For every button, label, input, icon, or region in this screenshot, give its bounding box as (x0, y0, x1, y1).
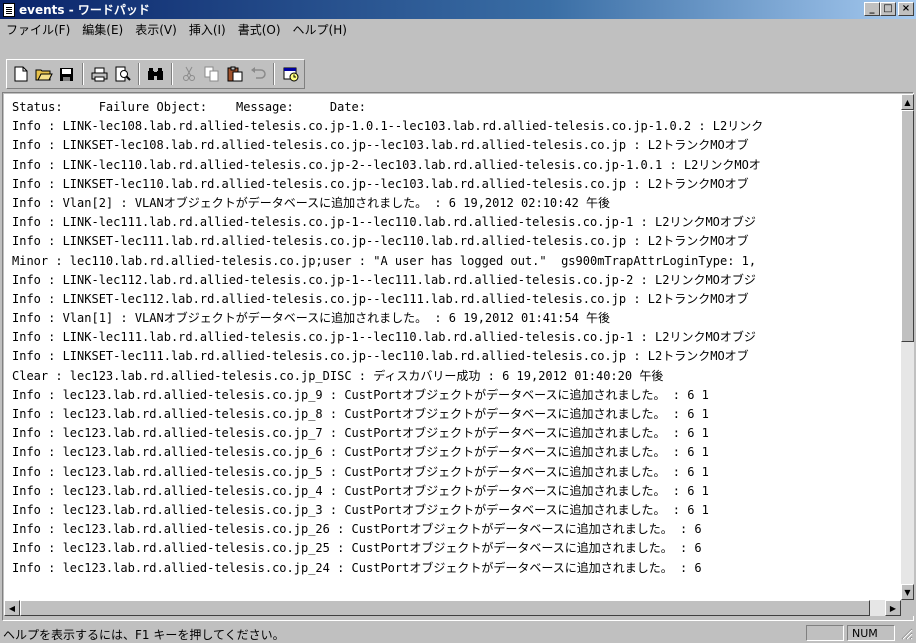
document-area[interactable]: Status: Failure Object: Message: Date: In… (4, 94, 901, 600)
status-num-indicator: NUM (847, 625, 895, 641)
document-line[interactable]: Minor : lec110.lab.rd.allied-telesis.co.… (12, 252, 901, 271)
document-line[interactable]: Info : LINK-lec111.lab.rd.allied-telesis… (12, 328, 901, 347)
scroll-down-button[interactable]: ▼ (901, 584, 914, 600)
resize-grip-icon[interactable] (899, 626, 913, 640)
document-line[interactable]: Clear : lec123.lab.rd.allied-telesis.co.… (12, 367, 901, 386)
copy-icon[interactable] (200, 63, 223, 85)
scroll-right-button[interactable]: ▶ (885, 600, 901, 616)
title-bar[interactable]: events - ワードパッド _ □ × (0, 0, 916, 19)
document-text[interactable]: Status: Failure Object: Message: Date: In… (12, 98, 901, 578)
menu-help[interactable]: ヘルプ(H) (287, 21, 353, 38)
open-icon[interactable] (32, 63, 55, 85)
vertical-scrollbar[interactable]: ▲ ▼ (901, 94, 914, 600)
print-icon[interactable] (88, 63, 111, 85)
toolbar-separator (82, 63, 84, 85)
close-button[interactable]: × (898, 2, 914, 16)
document-line[interactable]: Info : Vlan[1] : VLANオブジェクトがデータベースに追加されま… (12, 309, 901, 328)
wordpad-app-icon[interactable] (3, 2, 15, 17)
document-line[interactable]: Info : Vlan[2] : VLANオブジェクトがデータベースに追加されま… (12, 194, 901, 213)
document-line[interactable]: Info : lec123.lab.rd.allied-telesis.co.j… (12, 559, 901, 578)
menu-view[interactable]: 表示(V) (129, 21, 183, 38)
document-line[interactable]: Info : LINK-lec108.lab.rd.allied-telesis… (12, 117, 901, 136)
document-line[interactable]: Info : LINKSET-lec110.lab.rd.allied-tele… (12, 175, 901, 194)
cut-icon[interactable] (177, 63, 200, 85)
scroll-left-button[interactable]: ◀ (4, 600, 20, 616)
document-line[interactable]: Status: Failure Object: Message: Date: (12, 98, 901, 117)
new-icon[interactable] (9, 63, 32, 85)
insert-datetime-icon[interactable] (279, 63, 302, 85)
find-icon[interactable] (144, 63, 167, 85)
document-line[interactable]: Info : LINK-lec112.lab.rd.allied-telesis… (12, 271, 901, 290)
menu-insert[interactable]: 挿入(I) (183, 21, 232, 38)
status-pane-empty (806, 625, 844, 641)
paste-icon[interactable] (223, 63, 246, 85)
status-help-text: ヘルプを表示するには、F1 キーを押してください。 (3, 628, 285, 642)
document-line[interactable]: Info : lec123.lab.rd.allied-telesis.co.j… (12, 443, 901, 462)
document-line[interactable]: Info : lec123.lab.rd.allied-telesis.co.j… (12, 386, 901, 405)
toolbar-separator (171, 63, 173, 85)
document-line[interactable]: Info : LINK-lec110.lab.rd.allied-telesis… (12, 156, 901, 175)
scroll-up-button[interactable]: ▲ (901, 94, 914, 110)
document-line[interactable]: Info : LINKSET-lec111.lab.rd.allied-tele… (12, 347, 901, 366)
horizontal-scrollbar[interactable]: ◀ ▶ (4, 600, 901, 616)
scrollbar-corner (901, 600, 914, 616)
document-line[interactable]: Info : lec123.lab.rd.allied-telesis.co.j… (12, 520, 901, 539)
wordpad-window: events - ワードパッド _ □ × ファイル(F) 編集(E) 表示(V… (0, 0, 916, 642)
window-title: events - ワードパッド (19, 3, 150, 17)
document-line[interactable]: Info : LINKSET-lec111.lab.rd.allied-tele… (12, 232, 901, 251)
status-bar: ヘルプを表示するには、F1 キーを押してください。 NUM (0, 622, 916, 642)
window-controls: _ □ × (864, 2, 914, 16)
toolbar (6, 59, 305, 89)
menu-edit[interactable]: 編集(E) (76, 21, 129, 38)
undo-icon[interactable] (246, 63, 269, 85)
toolbar-separator (273, 63, 275, 85)
num-lock-label: NUM (852, 627, 878, 640)
menu-file[interactable]: ファイル(F) (0, 21, 76, 38)
document-line[interactable]: Info : lec123.lab.rd.allied-telesis.co.j… (12, 405, 901, 424)
toolbar-separator (138, 63, 140, 85)
save-icon[interactable] (55, 63, 78, 85)
document-line[interactable]: Info : LINKSET-lec108.lab.rd.allied-tele… (12, 136, 901, 155)
document-line[interactable]: Info : lec123.lab.rd.allied-telesis.co.j… (12, 463, 901, 482)
document-line[interactable]: Info : lec123.lab.rd.allied-telesis.co.j… (12, 539, 901, 558)
document-line[interactable]: Info : lec123.lab.rd.allied-telesis.co.j… (12, 424, 901, 443)
vertical-scroll-thumb[interactable] (901, 110, 914, 342)
document-line[interactable]: Info : lec123.lab.rd.allied-telesis.co.j… (12, 482, 901, 501)
horizontal-scroll-thumb[interactable] (20, 600, 870, 616)
document-line[interactable]: Info : LINKSET-lec112.lab.rd.allied-tele… (12, 290, 901, 309)
menu-format[interactable]: 書式(O) (232, 21, 287, 38)
menu-bar: ファイル(F) 編集(E) 表示(V) 挿入(I) 書式(O) ヘルプ(H) (0, 19, 916, 39)
document-line[interactable]: Info : LINK-lec111.lab.rd.allied-telesis… (12, 213, 901, 232)
minimize-button[interactable]: _ (864, 2, 880, 16)
document-line[interactable]: Info : lec123.lab.rd.allied-telesis.co.j… (12, 501, 901, 520)
print-preview-icon[interactable] (111, 63, 134, 85)
maximize-button[interactable]: □ (880, 2, 896, 16)
